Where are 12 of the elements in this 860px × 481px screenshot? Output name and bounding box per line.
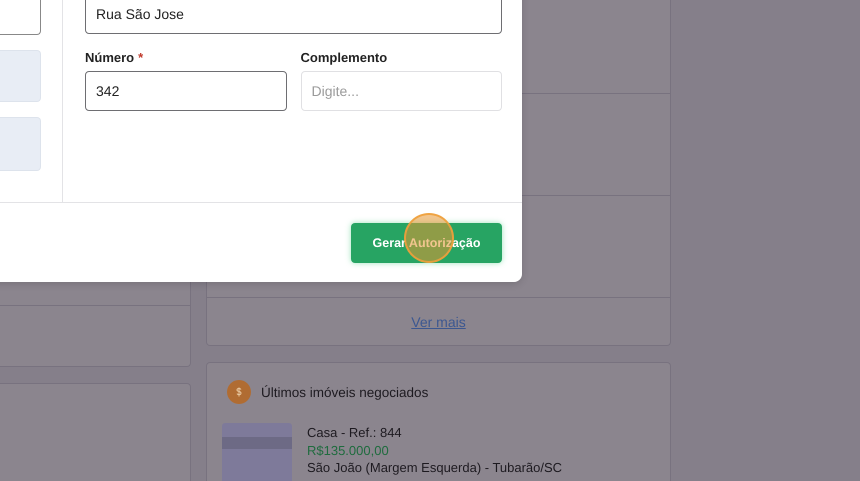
input-field[interactable]: 342 xyxy=(85,71,286,111)
field-label: Complemento xyxy=(300,50,388,65)
required-asterisk: * xyxy=(138,50,144,65)
option-card[interactable] xyxy=(0,117,41,171)
option-card[interactable] xyxy=(0,50,41,102)
property-location: São João (Margem Esquerda) - Tubarão/SC xyxy=(307,459,562,476)
dollar-icon xyxy=(227,380,251,404)
property-title: Casa - Ref.: 844 xyxy=(307,424,403,442)
field-label: Número xyxy=(85,50,134,65)
street-field[interactable]: Rua São Jose xyxy=(85,0,502,34)
section-title: Últimos imóveis negociados xyxy=(261,384,428,400)
property-price: R$135.000,00 xyxy=(307,442,390,459)
